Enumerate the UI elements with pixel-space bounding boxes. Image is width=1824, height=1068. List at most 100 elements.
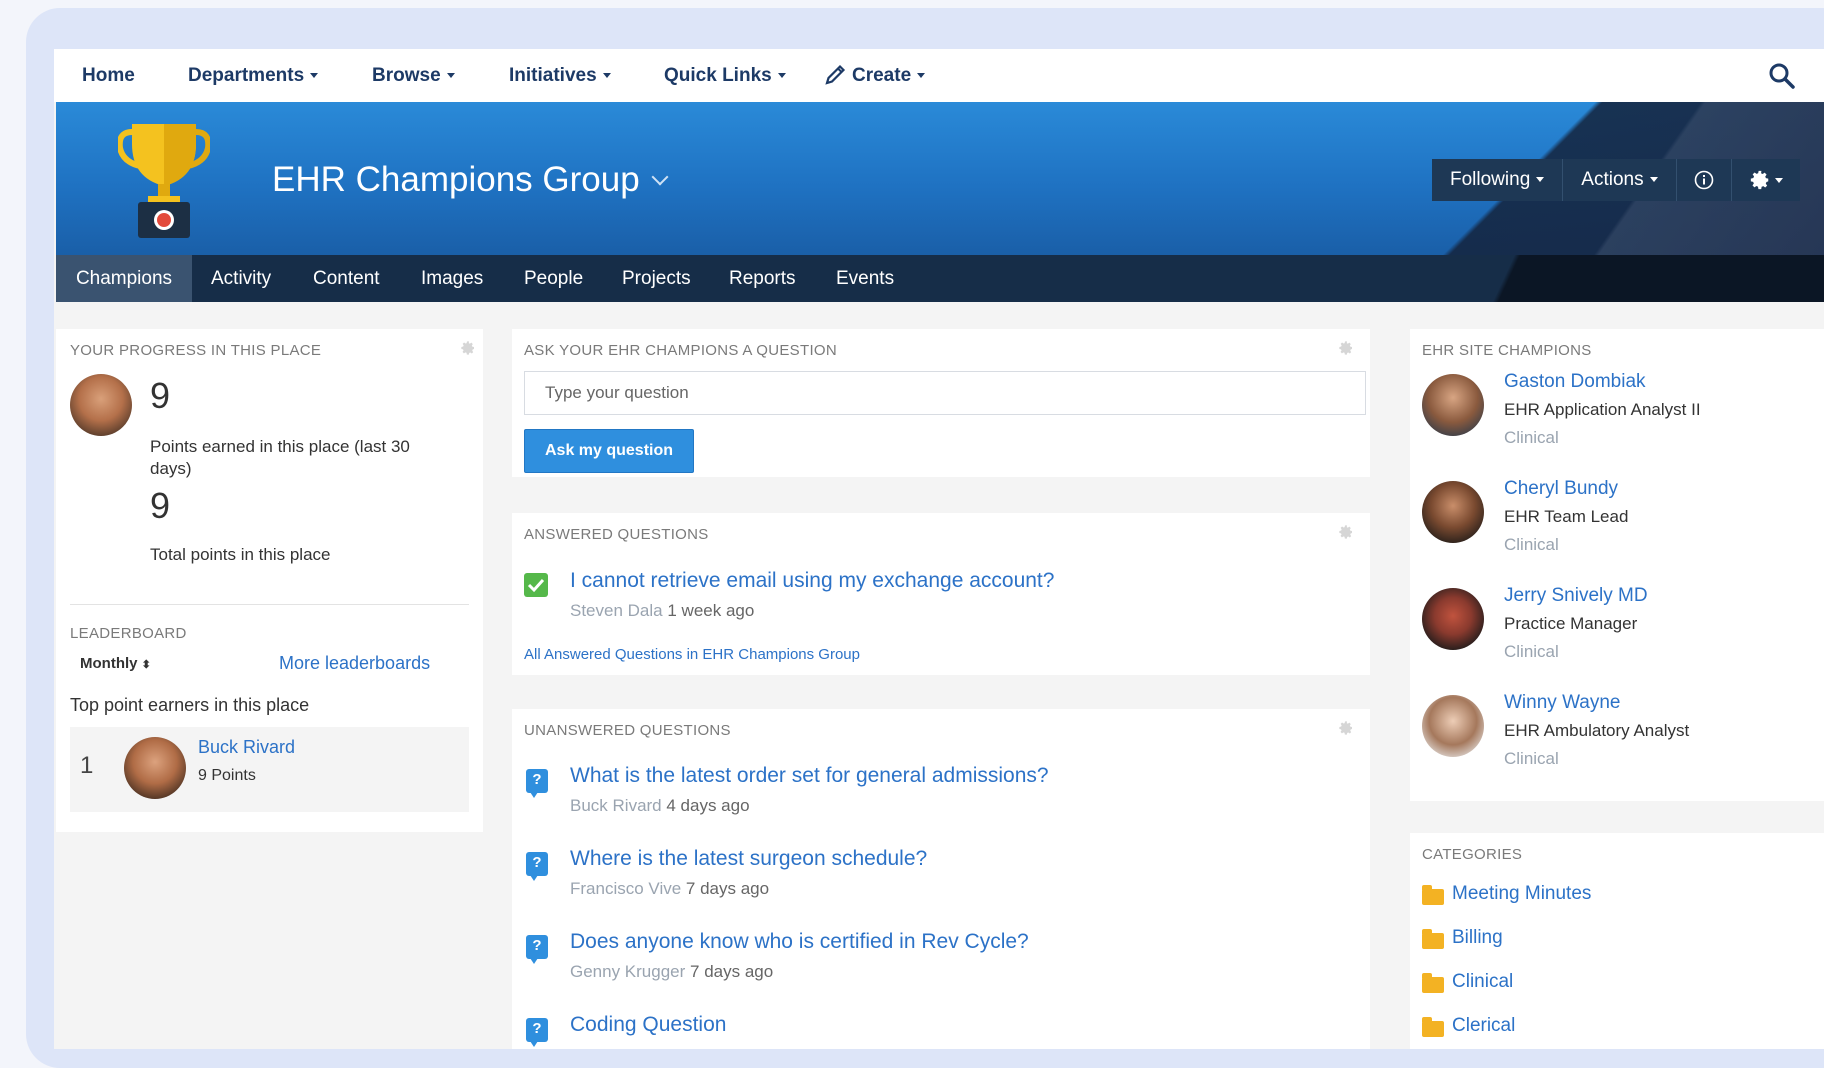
select-arrows-icon: ⬍ bbox=[141, 659, 151, 671]
gear-icon[interactable] bbox=[1338, 720, 1354, 736]
following-label: Following bbox=[1450, 169, 1531, 190]
leaderboard-title: LEADERBOARD bbox=[70, 625, 187, 642]
caret-icon bbox=[777, 73, 786, 79]
points-30-label: Points earned in this place (last 30 bbox=[150, 437, 410, 456]
group-title[interactable]: EHR Champions Group bbox=[272, 160, 669, 200]
caret-icon bbox=[446, 73, 455, 79]
more-leaderboards-link[interactable]: More leaderboards bbox=[279, 653, 430, 674]
avatar[interactable] bbox=[1422, 481, 1484, 543]
search-icon[interactable] bbox=[1768, 62, 1796, 90]
answered-question-link[interactable]: I cannot retrieve email using my exchang… bbox=[570, 569, 1054, 593]
avatar[interactable] bbox=[1422, 695, 1484, 757]
nav-quick-links[interactable]: Quick Links bbox=[664, 49, 786, 102]
info-button[interactable] bbox=[1676, 159, 1732, 201]
caret-icon bbox=[917, 73, 926, 79]
tab-bar-decoration bbox=[1346, 255, 1824, 302]
progress-card: YOUR PROGRESS IN THIS PLACE 9 Points ear… bbox=[56, 329, 483, 832]
ask-question-button[interactable]: Ask my question bbox=[524, 429, 694, 473]
nav-home[interactable]: Home bbox=[82, 49, 135, 102]
group-banner: EHR Champions Group Following Actions bbox=[56, 102, 1824, 255]
avatar[interactable] bbox=[124, 737, 186, 799]
author-link[interactable]: Steven Dala bbox=[570, 601, 663, 620]
answered-title: ANSWERED QUESTIONS bbox=[524, 526, 709, 543]
tab-content[interactable]: Content bbox=[313, 255, 380, 302]
category-link[interactable]: Meeting Minutes bbox=[1452, 883, 1591, 905]
unanswered-meta: Buck Rivard 4 days ago bbox=[570, 796, 750, 816]
tab-reports[interactable]: Reports bbox=[729, 255, 796, 302]
avatar[interactable] bbox=[1422, 374, 1484, 436]
actions-button[interactable]: Actions bbox=[1563, 159, 1677, 201]
question-icon: ? bbox=[526, 935, 548, 964]
folder-icon bbox=[1422, 885, 1444, 905]
unanswered-meta: Genny Krugger 7 days ago bbox=[570, 962, 773, 982]
ask-title: ASK YOUR EHR CHAMPIONS A QUESTION bbox=[524, 342, 838, 359]
category-link[interactable]: Clinical bbox=[1452, 971, 1513, 993]
pencil-icon bbox=[825, 64, 846, 85]
group-title-text: EHR Champions Group bbox=[272, 160, 640, 199]
unanswered-question-link[interactable]: Does anyone know who is certified in Rev… bbox=[570, 930, 1029, 954]
champion-role: Practice Manager bbox=[1504, 614, 1638, 633]
leaderboard-name[interactable]: Buck Rivard bbox=[198, 737, 295, 758]
avatar[interactable] bbox=[70, 374, 132, 436]
tab-projects[interactable]: Projects bbox=[622, 255, 691, 302]
champion-name[interactable]: Winny Wayne bbox=[1504, 692, 1621, 714]
champion-name[interactable]: Cheryl Bundy bbox=[1504, 478, 1618, 500]
category-link[interactable]: Clerical bbox=[1452, 1015, 1515, 1037]
site-champions-card: EHR SITE CHAMPIONS Gaston Dombiak EHR Ap… bbox=[1410, 329, 1824, 801]
leaderboard-subtitle: Top point earners in this place bbox=[70, 695, 310, 715]
folder-icon bbox=[1422, 929, 1444, 949]
caret-icon bbox=[602, 73, 611, 79]
period-select[interactable]: Monthly ⬍ bbox=[80, 655, 151, 672]
chevron-down-icon[interactable] bbox=[651, 168, 669, 186]
top-nav: Home Departments Browse Initiatives Quic… bbox=[54, 49, 1824, 102]
settings-button[interactable] bbox=[1731, 159, 1800, 201]
champion-dept: Clinical bbox=[1504, 749, 1559, 768]
unanswered-meta: Francisco Vive 7 days ago bbox=[570, 879, 769, 899]
caret-icon bbox=[1774, 177, 1783, 183]
champion-name[interactable]: Jerry Snively MD bbox=[1504, 585, 1648, 607]
unanswered-question-link[interactable]: What is the latest order set for general… bbox=[570, 764, 1049, 788]
tab-activity[interactable]: Activity bbox=[211, 255, 271, 302]
banner-actions: Following Actions bbox=[1432, 159, 1800, 201]
nav-initiatives[interactable]: Initiatives bbox=[509, 49, 611, 102]
tab-events[interactable]: Events bbox=[836, 255, 894, 302]
nav-create[interactable]: Create bbox=[824, 49, 926, 102]
tab-people[interactable]: People bbox=[524, 255, 583, 302]
gear-icon[interactable] bbox=[1338, 524, 1354, 540]
categories-title: CATEGORIES bbox=[1422, 846, 1523, 863]
nav-browse[interactable]: Browse bbox=[372, 49, 455, 102]
question-icon: ? bbox=[526, 769, 548, 798]
champion-name[interactable]: Gaston Dombiak bbox=[1504, 371, 1646, 393]
leaderboard-row[interactable]: 1 Buck Rivard 9 Points bbox=[70, 727, 469, 812]
caret-icon bbox=[1536, 177, 1545, 183]
all-answered-link[interactable]: All Answered Questions in EHR Champions … bbox=[524, 646, 860, 663]
unanswered-questions-card: UNANSWERED QUESTIONS ? What is the lates… bbox=[512, 709, 1370, 1049]
info-icon bbox=[1694, 170, 1713, 190]
unanswered-question-link[interactable]: Where is the latest surgeon schedule? bbox=[570, 847, 927, 871]
caret-icon bbox=[1649, 177, 1658, 183]
folder-icon bbox=[1422, 1017, 1444, 1037]
nav-departments[interactable]: Departments bbox=[188, 49, 319, 102]
nav-browse-label: Browse bbox=[372, 65, 441, 86]
timestamp: 7 days ago bbox=[685, 879, 770, 898]
author-link[interactable]: Buck Rivard bbox=[570, 796, 662, 815]
category-link[interactable]: Billing bbox=[1452, 927, 1503, 949]
champions-title: EHR SITE CHAMPIONS bbox=[1422, 342, 1592, 359]
champion-role: EHR Ambulatory Analyst bbox=[1504, 721, 1690, 740]
total-points-label: Total points in this place bbox=[150, 545, 331, 564]
tab-images[interactable]: Images bbox=[421, 255, 483, 302]
avatar[interactable] bbox=[1422, 588, 1484, 650]
question-input[interactable]: Type your question bbox=[524, 371, 1366, 415]
question-icon: ? bbox=[526, 852, 548, 881]
author-link[interactable]: Genny Krugger bbox=[570, 962, 685, 981]
ask-question-card: ASK YOUR EHR CHAMPIONS A QUESTION Type y… bbox=[512, 329, 1370, 477]
unanswered-question-link[interactable]: Coding Question bbox=[570, 1013, 726, 1037]
tab-champions[interactable]: Champions bbox=[56, 255, 192, 302]
nav-initiatives-label: Initiatives bbox=[509, 65, 597, 86]
following-button[interactable]: Following bbox=[1432, 159, 1564, 201]
tab-bar: Champions Activity Content Images People… bbox=[56, 255, 1824, 302]
gear-icon bbox=[1750, 170, 1768, 190]
author-link[interactable]: Francisco Vive bbox=[570, 879, 681, 898]
gear-icon[interactable] bbox=[460, 340, 476, 356]
gear-icon[interactable] bbox=[1338, 340, 1354, 356]
